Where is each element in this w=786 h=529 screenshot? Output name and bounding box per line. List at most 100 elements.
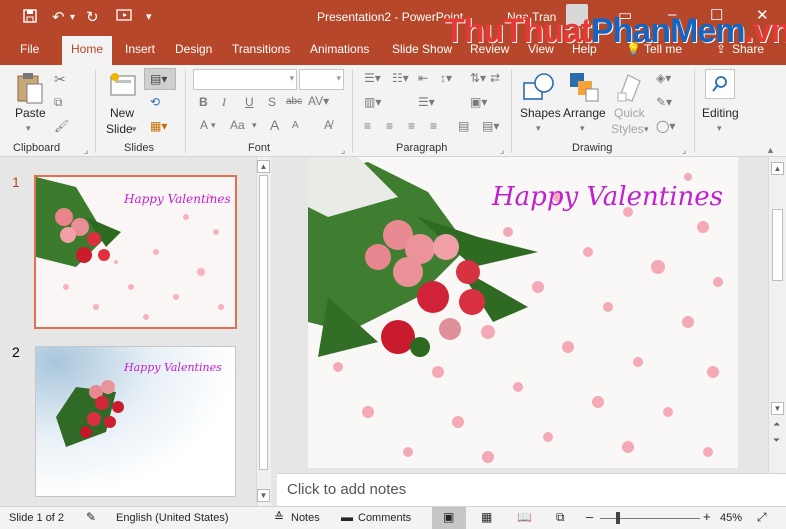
font-launcher-icon[interactable]: ⌟ <box>341 145 345 156</box>
slide-sorter-icon[interactable]: ▦ <box>481 510 492 524</box>
comments-icon[interactable]: ▬ <box>341 510 353 524</box>
slide-thumbnail-1[interactable]: Happy Valentines <box>34 175 237 329</box>
paste-icon[interactable] <box>16 71 44 108</box>
quick-styles-button-line2[interactable]: Styles <box>611 122 644 136</box>
paste-button[interactable]: Paste <box>15 106 46 120</box>
shapes-dropdown-icon[interactable]: ▾ <box>536 123 541 134</box>
customize-toolbar-icon[interactable]: ▾ <box>146 10 152 23</box>
align-right-icon[interactable]: ≡ <box>408 119 415 133</box>
font-color-button[interactable]: A <box>200 118 208 132</box>
arrange-dropdown-icon[interactable]: ▾ <box>580 123 585 134</box>
align-left-icon[interactable]: ≡ <box>364 119 371 133</box>
slide-scroll-down-icon[interactable]: ▼ <box>771 402 784 415</box>
drawing-launcher-icon[interactable]: ⌟ <box>682 145 686 156</box>
font-family-combo[interactable]: ▾ <box>193 69 297 90</box>
line-spacing-icon[interactable]: ↕▾ <box>440 71 452 85</box>
previous-slide-icon[interactable]: ⏶ <box>773 419 780 430</box>
columns-layout-icon[interactable]: ▤ <box>458 119 469 133</box>
main-slide-canvas[interactable]: Happy Valentines <box>308 157 738 468</box>
paste-dropdown-icon[interactable]: ▾ <box>26 123 31 134</box>
reading-view-icon[interactable]: 📖 <box>517 510 532 524</box>
shape-effects-icon[interactable]: ◯▾ <box>656 119 675 133</box>
char-spacing-icon[interactable]: AV▾ <box>308 94 329 108</box>
copy-icon[interactable]: ⧉ <box>54 95 63 110</box>
save-icon[interactable] <box>22 8 38 28</box>
shape-outline-icon[interactable]: ✎▾ <box>656 95 672 109</box>
strikethrough-button[interactable]: abc <box>286 96 302 107</box>
new-slide-dropdown-icon[interactable]: ▾ <box>132 124 137 135</box>
language-indicator[interactable]: English (United States) <box>116 512 229 524</box>
fit-to-window-icon[interactable]: ⤢ <box>757 510 767 525</box>
slide-scrollbar[interactable]: ▲ ▼ ⏶ ⏷ <box>768 157 786 473</box>
new-slide-icon[interactable] <box>110 73 138 100</box>
redo-icon[interactable]: ↻ <box>86 8 99 26</box>
tab-insert[interactable]: Insert <box>125 42 155 56</box>
tab-home[interactable]: Home <box>62 36 113 65</box>
decrease-indent-icon[interactable]: ⇤ <box>418 71 428 85</box>
shadow-button[interactable]: S <box>268 95 276 109</box>
clear-formatting-icon[interactable]: A̸ <box>324 118 332 132</box>
justify-icon[interactable]: ≡ <box>430 119 437 133</box>
undo-icon[interactable]: ↶ <box>52 8 65 26</box>
cut-icon[interactable]: ✂ <box>54 71 66 88</box>
spell-check-icon[interactable]: ✎ <box>86 510 96 524</box>
zoom-in-icon[interactable]: + <box>703 509 711 524</box>
new-slide-button-line2[interactable]: Slide <box>106 122 133 136</box>
thumbnails-scroll-down-icon[interactable]: ▼ <box>257 489 270 502</box>
editing-button[interactable]: Editing <box>702 106 739 120</box>
comments-button[interactable]: Comments <box>358 512 411 524</box>
paragraph-align-dropdown-icon[interactable]: ▤▾ <box>482 119 499 133</box>
change-case-button[interactable]: Aa <box>230 118 245 132</box>
zoom-out-icon[interactable]: – <box>586 509 593 524</box>
font-size-combo[interactable]: ▾ <box>299 69 344 90</box>
underline-button[interactable]: U <box>245 95 254 109</box>
quick-styles-dropdown-icon[interactable]: ▾ <box>644 124 649 135</box>
zoom-level[interactable]: 45% <box>720 512 742 524</box>
arrange-icon[interactable] <box>568 71 600 106</box>
bold-button[interactable]: B <box>199 95 208 109</box>
shapes-button[interactable]: Shapes <box>520 106 561 120</box>
slide-scroll-thumb[interactable] <box>772 209 783 281</box>
zoom-slider-thumb[interactable] <box>616 512 620 524</box>
reset-icon[interactable]: ⟲ <box>150 95 160 109</box>
text-direction-icon[interactable]: ⇅▾ <box>470 71 486 85</box>
quick-styles-icon[interactable] <box>614 71 646 106</box>
smartart-icon[interactable]: ▣▾ <box>470 95 487 109</box>
arrange-button[interactable]: Arrange <box>563 106 606 120</box>
numbering-icon[interactable]: ☷▾ <box>392 71 409 85</box>
tab-transitions[interactable]: Transitions <box>232 42 290 56</box>
format-painter-icon[interactable]: 🖌 <box>54 119 69 133</box>
zoom-slider[interactable] <box>600 518 700 519</box>
thumbnails-scrollbar[interactable]: ▲ ▼ <box>256 157 271 506</box>
tab-file[interactable]: File <box>20 42 39 56</box>
quick-styles-button-line1[interactable]: Quick <box>614 106 645 120</box>
slide-thumbnail-2[interactable]: Happy Valentines <box>35 346 236 497</box>
decrease-font-size-button[interactable]: A <box>292 120 299 131</box>
editing-dropdown-icon[interactable]: ▾ <box>717 123 722 134</box>
collapse-ribbon-icon[interactable]: ▲ <box>766 145 775 155</box>
next-slide-icon[interactable]: ⏷ <box>773 435 780 446</box>
section-icon[interactable]: ▦▾ <box>150 119 167 133</box>
thumbnails-scroll-thumb[interactable] <box>259 175 268 470</box>
columns-icon[interactable]: ▥▾ <box>364 95 381 109</box>
new-slide-button-line1[interactable]: New <box>110 106 134 120</box>
find-button[interactable] <box>705 69 735 99</box>
paragraph-launcher-icon[interactable]: ⌟ <box>500 145 504 156</box>
align-text-icon[interactable]: ☰▾ <box>418 95 435 109</box>
slide-scroll-up-icon[interactable]: ▲ <box>771 162 784 175</box>
thumbnails-scroll-up-icon[interactable]: ▲ <box>257 160 270 173</box>
italic-button[interactable]: I <box>222 95 226 110</box>
start-slideshow-icon[interactable] <box>116 8 134 28</box>
notes-pane[interactable]: Click to add notes <box>277 473 786 506</box>
slideshow-view-icon[interactable]: ⧉ <box>556 510 565 525</box>
align-center-icon[interactable]: ≡ <box>386 119 393 133</box>
shape-fill-icon[interactable]: ◈▾ <box>656 71 671 85</box>
tab-design[interactable]: Design <box>175 42 212 56</box>
shapes-icon[interactable] <box>522 71 556 108</box>
change-case-dropdown-icon[interactable]: ▾ <box>252 120 257 131</box>
paragraph-extra-icon[interactable]: ⇄ <box>490 71 500 85</box>
bullets-icon[interactable]: ☰▾ <box>364 71 381 85</box>
tab-animations[interactable]: Animations <box>310 42 369 56</box>
notes-button[interactable]: Notes <box>291 512 320 524</box>
increase-font-size-button[interactable]: A <box>270 117 279 133</box>
